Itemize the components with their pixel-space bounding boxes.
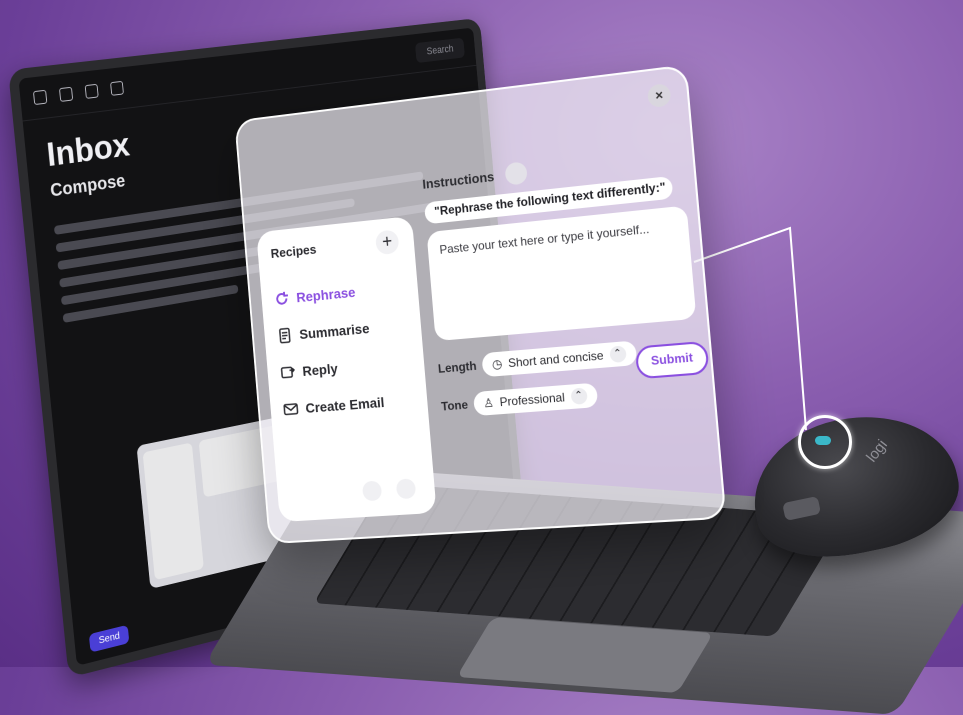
submit-button[interactable]: Submit <box>635 341 710 380</box>
recipe-label: Reply <box>302 360 338 378</box>
send-button[interactable]: Send <box>89 624 130 652</box>
back-icon[interactable] <box>33 90 47 105</box>
recipe-label: Rephrase <box>296 284 356 305</box>
ai-prompt-panel: × Instructions "Rephrase the following t… <box>234 64 726 544</box>
clock-icon: ◷ <box>491 357 502 372</box>
feedback-icon[interactable] <box>362 480 382 501</box>
side-buttons <box>782 496 821 521</box>
tone-value: Professional <box>499 390 565 409</box>
flag-icon[interactable] <box>110 81 124 96</box>
chevron-up-icon[interactable]: ⌃ <box>570 387 587 404</box>
mouse-logo: logi <box>863 437 891 466</box>
recipe-list: Rephrase Summarise Reply Create Email <box>273 268 425 429</box>
archive-icon[interactable] <box>59 87 73 102</box>
recipe-label: Summarise <box>299 320 370 342</box>
chevron-up-icon[interactable]: ⌃ <box>609 345 627 363</box>
refresh-icon <box>274 290 290 307</box>
length-label: Length <box>437 359 477 376</box>
length-value: Short and concise <box>508 348 605 370</box>
recipes-title: Recipes <box>270 242 317 261</box>
recipe-label: Create Email <box>305 394 385 416</box>
recipes-sidebar: Recipes + Rephrase Summarise Reply Creat… <box>256 216 437 522</box>
gesture-button-highlight <box>798 415 852 469</box>
person-icon: ♙ <box>483 396 495 411</box>
settings-icon[interactable] <box>396 478 417 499</box>
search-input[interactable]: Search <box>415 38 465 63</box>
reply-icon <box>280 364 296 381</box>
gesture-button[interactable] <box>815 436 831 445</box>
label-icon[interactable] <box>85 84 99 99</box>
document-icon <box>277 327 293 344</box>
add-recipe-button[interactable]: + <box>375 229 400 255</box>
mini-recipes <box>143 442 204 580</box>
envelope-icon <box>283 401 299 418</box>
recipes-footer <box>362 478 416 501</box>
tone-label: Tone <box>441 398 469 414</box>
